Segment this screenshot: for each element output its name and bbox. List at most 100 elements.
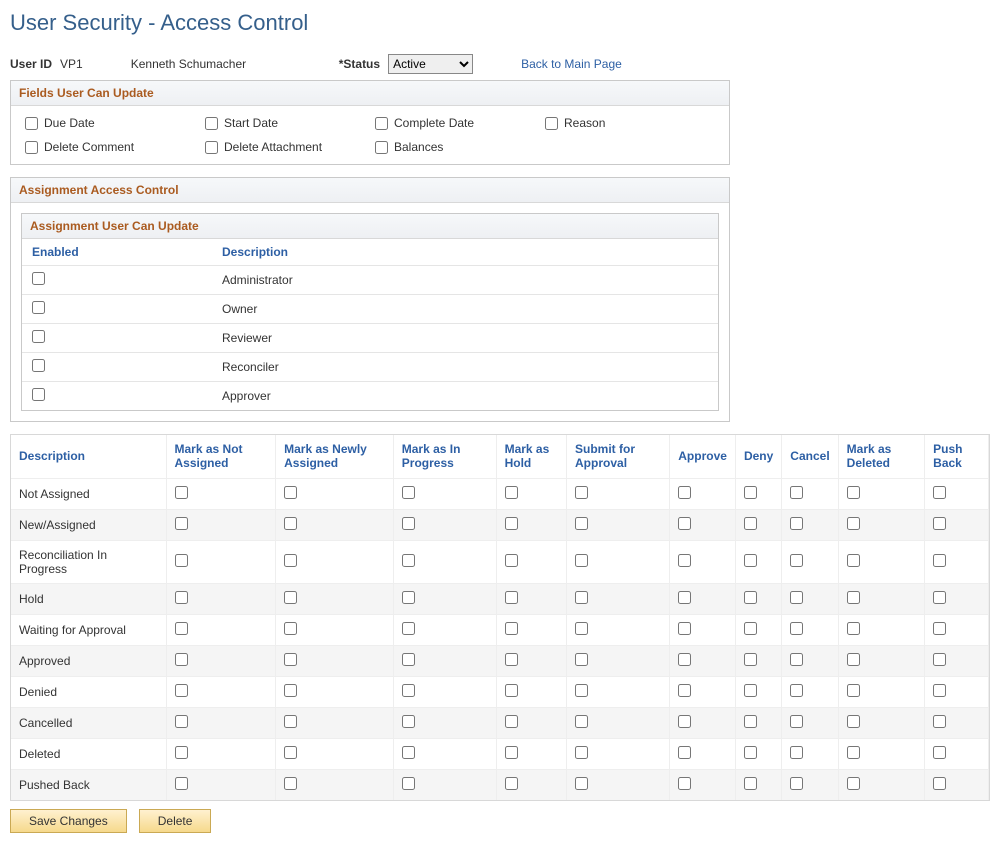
matrix-checkbox[interactable] [744, 653, 757, 666]
matrix-checkbox[interactable] [678, 622, 691, 635]
matrix-checkbox[interactable] [790, 777, 803, 790]
matrix-checkbox[interactable] [175, 777, 188, 790]
matrix-checkbox[interactable] [575, 517, 588, 530]
matrix-checkbox[interactable] [402, 554, 415, 567]
matrix-checkbox[interactable] [175, 622, 188, 635]
matrix-col-header[interactable]: Deny [735, 435, 781, 478]
matrix-checkbox[interactable] [790, 653, 803, 666]
enabled-checkbox[interactable] [32, 272, 45, 285]
matrix-checkbox[interactable] [678, 684, 691, 697]
field-reason[interactable]: Reason [545, 116, 695, 130]
field-start-date[interactable]: Start Date [205, 116, 375, 130]
matrix-checkbox[interactable] [505, 684, 518, 697]
matrix-checkbox[interactable] [678, 777, 691, 790]
matrix-checkbox[interactable] [790, 554, 803, 567]
matrix-checkbox[interactable] [678, 715, 691, 728]
matrix-checkbox[interactable] [678, 591, 691, 604]
matrix-checkbox[interactable] [744, 684, 757, 697]
enabled-checkbox[interactable] [32, 388, 45, 401]
matrix-checkbox[interactable] [505, 746, 518, 759]
matrix-col-header[interactable]: Mark as Deleted [838, 435, 925, 478]
matrix-checkbox[interactable] [575, 653, 588, 666]
matrix-checkbox[interactable] [847, 777, 860, 790]
matrix-checkbox[interactable] [402, 715, 415, 728]
matrix-checkbox[interactable] [284, 746, 297, 759]
checkbox-complete-date[interactable] [375, 117, 388, 130]
matrix-checkbox[interactable] [678, 486, 691, 499]
matrix-checkbox[interactable] [847, 517, 860, 530]
matrix-checkbox[interactable] [933, 622, 946, 635]
matrix-checkbox[interactable] [402, 653, 415, 666]
matrix-checkbox[interactable] [744, 777, 757, 790]
matrix-checkbox[interactable] [175, 653, 188, 666]
matrix-checkbox[interactable] [575, 777, 588, 790]
matrix-checkbox[interactable] [575, 622, 588, 635]
field-due-date[interactable]: Due Date [25, 116, 205, 130]
matrix-checkbox[interactable] [175, 591, 188, 604]
matrix-checkbox[interactable] [790, 486, 803, 499]
matrix-checkbox[interactable] [790, 517, 803, 530]
checkbox-start-date[interactable] [205, 117, 218, 130]
enabled-checkbox[interactable] [32, 330, 45, 343]
matrix-checkbox[interactable] [678, 517, 691, 530]
matrix-col-header[interactable]: Mark as Not Assigned [166, 435, 276, 478]
checkbox-delete-comment[interactable] [25, 141, 38, 154]
matrix-col-header[interactable]: Mark as Hold [496, 435, 566, 478]
field-complete-date[interactable]: Complete Date [375, 116, 545, 130]
matrix-checkbox[interactable] [847, 684, 860, 697]
matrix-checkbox[interactable] [678, 653, 691, 666]
matrix-checkbox[interactable] [505, 517, 518, 530]
matrix-checkbox[interactable] [402, 517, 415, 530]
matrix-checkbox[interactable] [744, 746, 757, 759]
matrix-checkbox[interactable] [575, 715, 588, 728]
field-delete-comment[interactable]: Delete Comment [25, 140, 205, 154]
matrix-col-header[interactable]: Approve [670, 435, 736, 478]
matrix-checkbox[interactable] [175, 554, 188, 567]
matrix-checkbox[interactable] [175, 715, 188, 728]
matrix-checkbox[interactable] [505, 486, 518, 499]
matrix-col-header[interactable]: Mark as Newly Assigned [276, 435, 394, 478]
matrix-checkbox[interactable] [933, 746, 946, 759]
matrix-checkbox[interactable] [847, 622, 860, 635]
matrix-checkbox[interactable] [744, 622, 757, 635]
matrix-checkbox[interactable] [678, 554, 691, 567]
save-changes-button[interactable]: Save Changes [10, 809, 127, 833]
matrix-checkbox[interactable] [575, 684, 588, 697]
matrix-checkbox[interactable] [175, 517, 188, 530]
matrix-checkbox[interactable] [790, 622, 803, 635]
matrix-checkbox[interactable] [575, 591, 588, 604]
matrix-checkbox[interactable] [744, 715, 757, 728]
enabled-checkbox[interactable] [32, 301, 45, 314]
matrix-checkbox[interactable] [575, 746, 588, 759]
matrix-checkbox[interactable] [284, 777, 297, 790]
checkbox-balances[interactable] [375, 141, 388, 154]
matrix-col-header[interactable]: Mark as In Progress [393, 435, 496, 478]
matrix-checkbox[interactable] [284, 715, 297, 728]
col-enabled[interactable]: Enabled [22, 239, 212, 266]
matrix-checkbox[interactable] [847, 653, 860, 666]
matrix-checkbox[interactable] [575, 486, 588, 499]
field-delete-attachment[interactable]: Delete Attachment [205, 140, 375, 154]
matrix-checkbox[interactable] [505, 777, 518, 790]
matrix-checkbox[interactable] [933, 715, 946, 728]
matrix-checkbox[interactable] [284, 653, 297, 666]
enabled-checkbox[interactable] [32, 359, 45, 372]
field-balances[interactable]: Balances [375, 140, 545, 154]
matrix-checkbox[interactable] [402, 777, 415, 790]
matrix-checkbox[interactable] [402, 622, 415, 635]
matrix-checkbox[interactable] [790, 591, 803, 604]
matrix-checkbox[interactable] [933, 684, 946, 697]
matrix-checkbox[interactable] [847, 715, 860, 728]
matrix-checkbox[interactable] [284, 622, 297, 635]
matrix-checkbox[interactable] [933, 591, 946, 604]
col-description[interactable]: Description [212, 239, 718, 266]
matrix-checkbox[interactable] [402, 684, 415, 697]
matrix-checkbox[interactable] [402, 486, 415, 499]
matrix-checkbox[interactable] [744, 554, 757, 567]
matrix-checkbox[interactable] [175, 486, 188, 499]
matrix-checkbox[interactable] [933, 554, 946, 567]
matrix-checkbox[interactable] [505, 591, 518, 604]
matrix-checkbox[interactable] [744, 517, 757, 530]
matrix-checkbox[interactable] [284, 554, 297, 567]
matrix-checkbox[interactable] [790, 715, 803, 728]
